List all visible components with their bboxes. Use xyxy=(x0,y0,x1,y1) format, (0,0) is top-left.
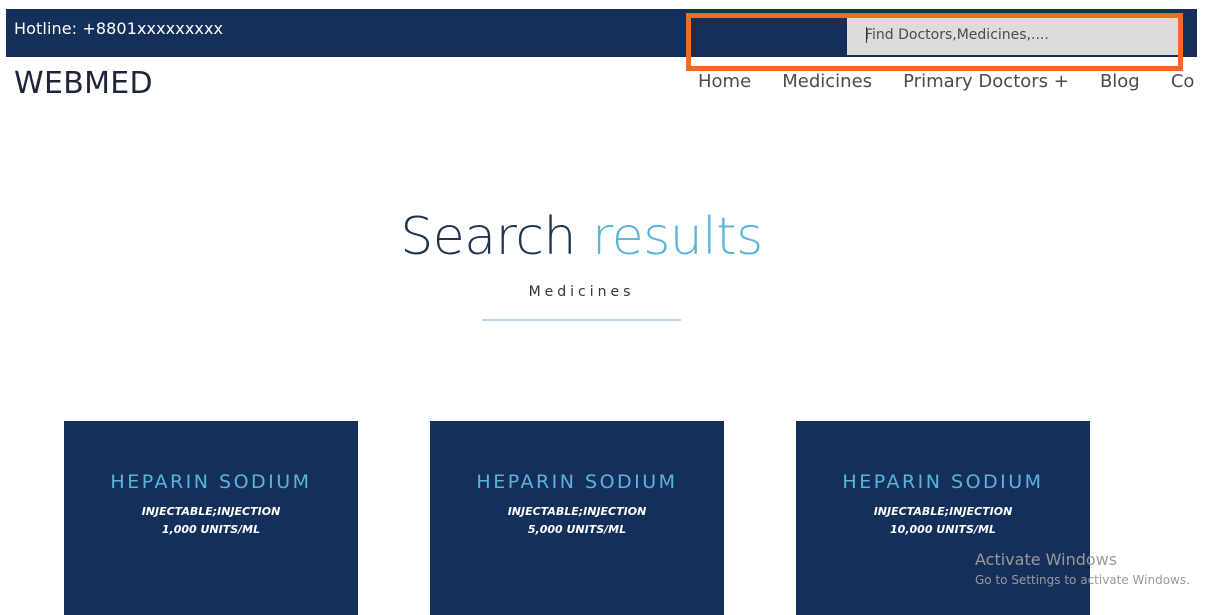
main-nav: Home Medicines Primary Doctors + Blog Co… xyxy=(698,71,1195,97)
page-title-part2: results xyxy=(591,207,763,267)
result-card[interactable]: HEPARIN SODIUM INJECTABLE;INJECTION 1,00… xyxy=(64,421,358,615)
medicine-strength: 10,000 UNITS/ML xyxy=(890,523,996,536)
watermark-title: Activate Windows xyxy=(975,550,1118,569)
hotline-text: Hotline: +8801xxxxxxxxx xyxy=(14,19,224,38)
medicine-form: INJECTABLE;INJECTION xyxy=(507,505,647,518)
search-input[interactable] xyxy=(847,14,1180,55)
page-title: Search results xyxy=(0,207,1163,267)
page: Hotline: +8801xxxxxxxxx WEBMED Home Medi… xyxy=(0,0,1213,615)
watermark-subtitle: Go to Settings to activate Windows. xyxy=(975,573,1190,587)
search-button[interactable] xyxy=(692,14,847,55)
medicine-strength: 5,000 UNITS/ML xyxy=(527,523,627,536)
site-logo[interactable]: WEBMED xyxy=(14,66,153,101)
page-subtitle: Medicines xyxy=(528,284,635,300)
nav-item-primary-doctors[interactable]: Primary Doctors + xyxy=(903,71,1069,92)
nav-item-medicines[interactable]: Medicines xyxy=(782,71,872,92)
result-card[interactable]: HEPARIN SODIUM INJECTABLE;INJECTION 5,00… xyxy=(430,421,724,615)
medicine-form: INJECTABLE;INJECTION xyxy=(141,505,281,518)
medicine-name: HEPARIN SODIUM xyxy=(110,471,312,493)
search-bar xyxy=(692,8,1182,61)
title-divider xyxy=(482,319,681,321)
medicine-strength: 1,000 UNITS/ML xyxy=(161,523,261,536)
nav-item-contact[interactable]: Contact xyxy=(1171,71,1195,92)
medicine-name: HEPARIN SODIUM xyxy=(842,471,1044,493)
page-title-part1: Search xyxy=(400,207,576,267)
text-caret xyxy=(866,27,867,43)
medicine-form: INJECTABLE;INJECTION xyxy=(873,505,1013,518)
nav-item-home[interactable]: Home xyxy=(698,71,751,92)
activate-windows-watermark: Activate Windows Go to Settings to activ… xyxy=(975,550,1190,587)
nav-item-blog[interactable]: Blog xyxy=(1100,71,1140,92)
medicine-name: HEPARIN SODIUM xyxy=(476,471,678,493)
